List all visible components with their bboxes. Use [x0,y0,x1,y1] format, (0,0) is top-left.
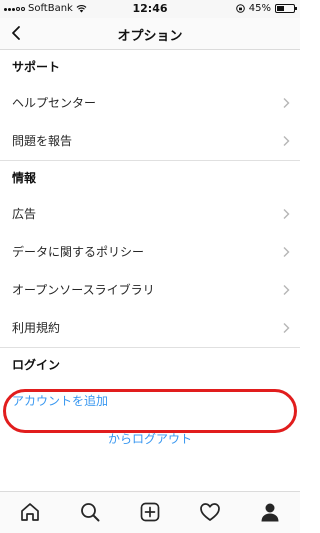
menu-item-label: 広告 [12,207,37,221]
battery-icon [275,4,297,13]
chevron-right-icon [283,247,290,257]
menu-item-label: 利用規約 [12,321,61,335]
menu-item-label: オープンソースライブラリ [12,283,155,297]
menu-item-open-source[interactable]: オープンソースライブラリ [0,271,300,309]
status-bar: SoftBank 12:46 45% [0,0,300,18]
add-post-icon[interactable] [139,501,161,523]
section-header-info: 情報 [12,171,37,185]
chevron-right-icon [283,209,290,219]
section-header-support: サポート [12,60,61,74]
menu-item-label: ヘルプセンター [12,96,97,110]
menu-item-report-problem[interactable]: 問題を報告 [0,122,300,160]
chevron-right-icon [283,136,290,146]
chevron-right-icon [283,285,290,295]
menu-item-label: データに関するポリシー [12,245,145,259]
menu-item-ads[interactable]: 広告 [0,195,300,233]
battery-fill [277,6,285,11]
menu-item-help-center[interactable]: ヘルプセンター [0,84,300,122]
profile-icon[interactable] [259,501,281,523]
battery-percent: 45% [248,3,271,14]
menu-item-data-policy[interactable]: データに関するポリシー [0,233,300,271]
menu-item-label: 問題を報告 [12,134,73,148]
activity-heart-icon[interactable] [199,501,221,523]
navigation-bar: オプション [0,18,300,50]
orientation-lock-icon [235,4,245,13]
search-icon[interactable] [79,501,101,523]
highlight-annotation [3,389,297,433]
chevron-right-icon [283,98,290,108]
menu-item-terms[interactable]: 利用規約 [0,309,300,347]
tab-bar [0,491,300,533]
chevron-right-icon [283,323,290,333]
status-right: 45% [235,3,297,14]
page-title: オプション [117,29,183,44]
section-header-login: ログイン [12,358,61,372]
home-icon[interactable] [19,501,41,523]
